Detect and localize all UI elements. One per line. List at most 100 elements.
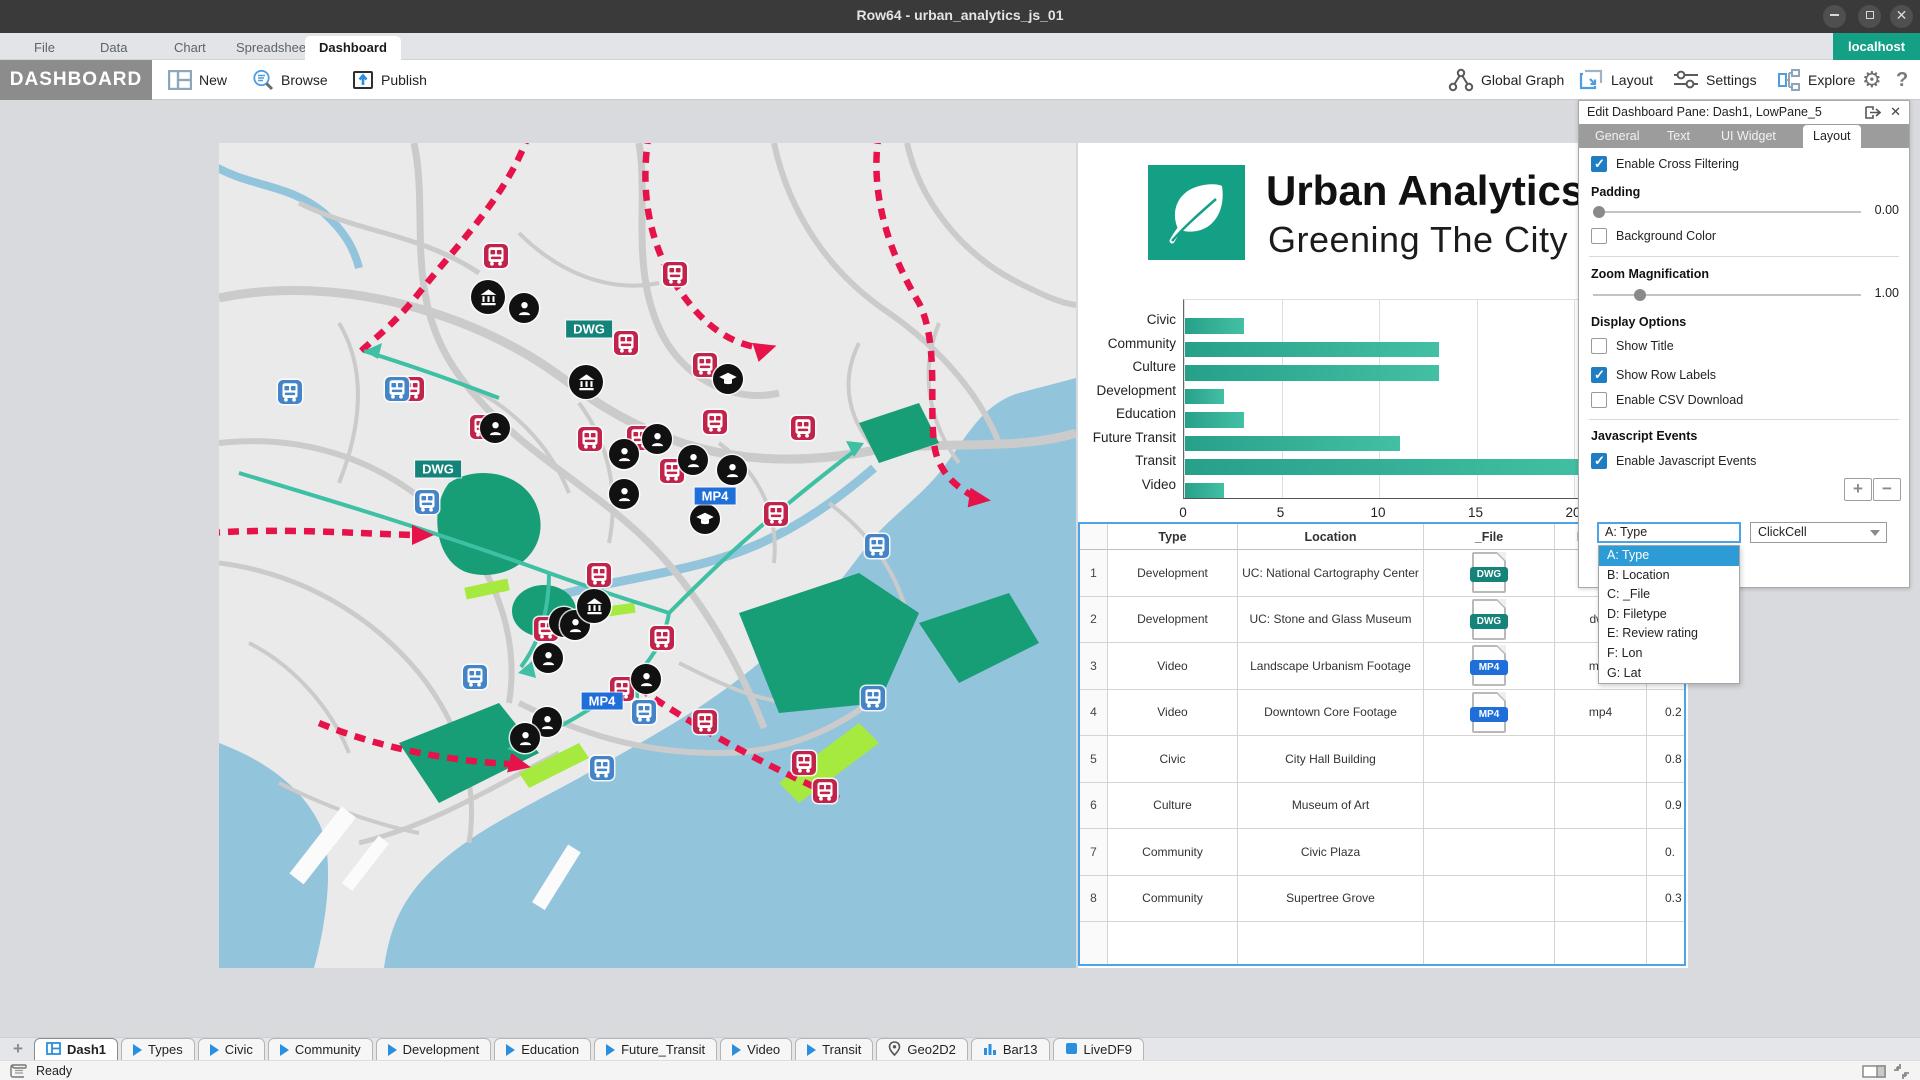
- bar-culture[interactable]: [1185, 365, 1439, 381]
- layout-button[interactable]: Layout: [1578, 60, 1653, 100]
- person-marker[interactable]: [609, 439, 639, 469]
- dropdown-option[interactable]: A: Type: [1599, 546, 1739, 566]
- table-cell[interactable]: [1238, 922, 1424, 966]
- show-title-row[interactable]: Show Title: [1591, 338, 1674, 354]
- table-cell[interactable]: DWG: [1424, 550, 1555, 597]
- dropdown-option[interactable]: B: Location: [1599, 566, 1739, 586]
- table-cell[interactable]: City Hall Building: [1238, 736, 1424, 783]
- bus-blue-marker[interactable]: [385, 377, 409, 401]
- sheet-tab-transit[interactable]: Transit: [795, 1038, 873, 1060]
- menu-tab-file[interactable]: File: [20, 36, 69, 60]
- dwg-file-label[interactable]: DWG: [566, 321, 612, 338]
- table-cell[interactable]: Culture: [1108, 783, 1238, 830]
- table-cell[interactable]: mp4: [1555, 690, 1647, 737]
- bus-red-marker[interactable]: [587, 563, 611, 587]
- table-cell[interactable]: 0.8: [1647, 736, 1686, 783]
- table-cell[interactable]: 7: [1080, 829, 1108, 876]
- checkbox[interactable]: [1591, 453, 1607, 469]
- table-cell[interactable]: [1647, 922, 1686, 966]
- person-marker[interactable]: [678, 445, 708, 475]
- table-cell[interactable]: 3: [1080, 643, 1108, 690]
- table-cell[interactable]: UC: Stone and Glass Museum: [1238, 597, 1424, 644]
- maximize-button[interactable]: [1858, 5, 1881, 28]
- table-cell[interactable]: [1555, 736, 1647, 783]
- bus-blue-marker[interactable]: [865, 534, 889, 558]
- table-cell[interactable]: 6: [1080, 783, 1108, 830]
- bus-red-marker[interactable]: [813, 779, 837, 803]
- table-cell[interactable]: 5: [1080, 736, 1108, 783]
- checkbox[interactable]: [1591, 367, 1607, 383]
- dropdown-option[interactable]: E: Review rating: [1599, 624, 1739, 644]
- person-marker[interactable]: [609, 479, 639, 509]
- table-cell[interactable]: DWG: [1424, 597, 1555, 644]
- bar-transit[interactable]: [1185, 459, 1595, 475]
- slider-handle[interactable]: [1593, 206, 1605, 218]
- gear-button[interactable]: ⚙: [1862, 60, 1882, 100]
- publish-button[interactable]: Publish: [352, 60, 427, 100]
- table-cell[interactable]: Video: [1108, 643, 1238, 690]
- table-cell[interactable]: 0.3: [1647, 876, 1686, 923]
- table-cell[interactable]: [1555, 922, 1647, 966]
- table-row[interactable]: 8CommunitySupertree Grove0.3: [1080, 876, 1686, 923]
- add-sheet-button[interactable]: +: [8, 1039, 28, 1059]
- bus-blue-marker[interactable]: [415, 490, 439, 514]
- enable-cross-filtering-row[interactable]: Enable Cross Filtering: [1591, 156, 1739, 172]
- table-cell[interactable]: 0.: [1647, 829, 1686, 876]
- table-cell[interactable]: [1424, 876, 1555, 923]
- education-marker[interactable]: [713, 364, 743, 394]
- dwg-file-label[interactable]: DWG: [415, 461, 461, 478]
- bar-community[interactable]: [1185, 342, 1439, 358]
- table-cell[interactable]: Community: [1108, 876, 1238, 923]
- menu-tab-data[interactable]: Data: [86, 36, 141, 60]
- table-cell[interactable]: [1080, 922, 1108, 966]
- bar-education[interactable]: [1185, 412, 1244, 428]
- table-row[interactable]: 7CommunityCivic Plaza0.: [1080, 829, 1686, 876]
- panel-tab-ui-widget[interactable]: UI Widget: [1711, 124, 1786, 148]
- person-marker[interactable]: [642, 424, 672, 454]
- localhost-badge[interactable]: localhost: [1833, 33, 1920, 60]
- panel-close-icon[interactable]: ✕: [1890, 104, 1901, 120]
- panel-tab-text[interactable]: Text: [1657, 124, 1700, 148]
- help-button[interactable]: ?: [1896, 60, 1908, 100]
- log-icon[interactable]: [9, 1064, 28, 1078]
- dropdown-option[interactable]: G: Lat: [1599, 664, 1739, 684]
- bar-civic[interactable]: [1185, 318, 1244, 334]
- table-cell[interactable]: Downtown Core Footage: [1238, 690, 1424, 737]
- table-row[interactable]: 6CultureMuseum of Art0.9: [1080, 783, 1686, 830]
- checkbox[interactable]: [1591, 338, 1607, 354]
- menu-tab-dashboard[interactable]: Dashboard: [305, 36, 401, 60]
- bus-red-marker[interactable]: [650, 626, 674, 650]
- table-cell[interactable]: Civic: [1108, 736, 1238, 783]
- menu-tab-chart[interactable]: Chart: [160, 36, 220, 60]
- dropdown-option[interactable]: C: _File: [1599, 585, 1739, 605]
- table-cell[interactable]: Development: [1108, 550, 1238, 597]
- bus-blue-marker[interactable]: [632, 700, 656, 724]
- event-select[interactable]: ClickCell: [1750, 522, 1887, 543]
- bus-red-marker[interactable]: [791, 416, 815, 440]
- sheet-tab-civic[interactable]: Civic: [198, 1038, 265, 1060]
- table-cell[interactable]: [1108, 922, 1238, 966]
- dock-icon[interactable]: [1865, 106, 1881, 119]
- table-cell[interactable]: Civic Plaza: [1238, 829, 1424, 876]
- panel-tab-layout[interactable]: Layout: [1803, 125, 1861, 148]
- sheet-tab-bar13[interactable]: Bar13: [971, 1038, 1050, 1060]
- sheet-tab-future_transit[interactable]: Future_Transit: [594, 1038, 717, 1060]
- table-cell[interactable]: 0.9: [1647, 783, 1686, 830]
- sheet-tab-livedf9[interactable]: LiveDF9: [1053, 1038, 1144, 1060]
- bus-blue-marker[interactable]: [861, 686, 885, 710]
- table-cell[interactable]: [1555, 783, 1647, 830]
- background-color-row[interactable]: Background Color: [1591, 228, 1716, 244]
- mp4-file-label[interactable]: MP4: [695, 488, 736, 505]
- person-marker[interactable]: [631, 664, 661, 694]
- table-cell[interactable]: [1424, 829, 1555, 876]
- table-cell[interactable]: 0.2: [1647, 690, 1686, 737]
- table-cell[interactable]: Video: [1108, 690, 1238, 737]
- dropdown-option[interactable]: F: Lon: [1599, 644, 1739, 664]
- museum-marker[interactable]: [471, 280, 505, 314]
- sheet-tab-types[interactable]: Types: [121, 1038, 195, 1060]
- mp4-file-label[interactable]: MP4: [582, 693, 623, 710]
- slider-handle[interactable]: [1634, 289, 1646, 301]
- table-cell[interactable]: [1424, 922, 1555, 966]
- bus-red-marker[interactable]: [663, 262, 687, 286]
- table-cell[interactable]: MP4: [1424, 690, 1555, 737]
